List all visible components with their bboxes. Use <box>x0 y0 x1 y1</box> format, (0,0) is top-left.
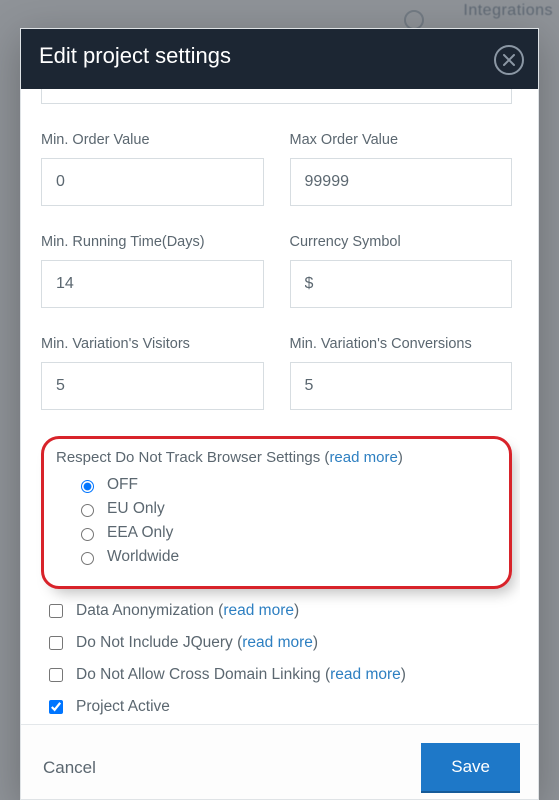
dnt-option-eea-only[interactable]: EEA Only <box>76 524 493 542</box>
previous-field-bottom <box>41 89 512 104</box>
data-anonymization-row[interactable]: Data Anonymization (read more) <box>45 601 512 621</box>
project-active-checkbox[interactable] <box>49 700 63 714</box>
no-cross-domain-checkbox[interactable] <box>49 668 63 682</box>
background-tab-icon <box>404 10 424 30</box>
dnt-option-eu-only-label: EU Only <box>107 500 165 518</box>
dialog-scroll-area[interactable]: Min. Order Value Max Order Value Min. Ru… <box>33 89 520 724</box>
min-running-time-label: Min. Running Time(Days) <box>41 234 264 250</box>
min-variation-visitors-input[interactable] <box>41 362 264 410</box>
dnt-legend: Respect Do Not Track Browser Settings (r… <box>56 449 493 466</box>
dnt-radio-off[interactable] <box>81 480 94 493</box>
min-variation-conversions-input[interactable] <box>290 362 513 410</box>
dnt-option-off-label: OFF <box>107 476 138 494</box>
currency-symbol-label: Currency Symbol <box>290 234 513 250</box>
no-cross-domain-row[interactable]: Do Not Allow Cross Domain Linking (read … <box>45 665 512 685</box>
project-active-label: Project Active <box>76 698 170 716</box>
close-icon <box>503 54 515 66</box>
min-variation-visitors-label: Min. Variation's Visitors <box>41 336 264 352</box>
data-anonymization-checkbox[interactable] <box>49 604 63 618</box>
no-jquery-row[interactable]: Do Not Include JQuery (read more) <box>45 633 512 653</box>
dialog-header: Edit project settings <box>21 29 538 89</box>
dnt-radio-eu-only[interactable] <box>81 504 94 517</box>
dnt-legend-suffix: ) <box>398 449 403 466</box>
no-jquery-label: Do Not Include JQuery (read more) <box>76 634 318 652</box>
dnt-radio-worldwide[interactable] <box>81 552 94 565</box>
edit-project-settings-dialog: Edit project settings Min. Order Value M… <box>20 28 539 800</box>
dnt-legend-prefix: Respect Do Not Track Browser Settings ( <box>56 449 329 466</box>
save-button[interactable]: Save <box>421 743 520 793</box>
dnt-option-worldwide-label: Worldwide <box>107 548 179 566</box>
dialog-title: Edit project settings <box>39 43 520 69</box>
data-anonymization-read-more-link[interactable]: read more <box>223 602 294 619</box>
dnt-option-off[interactable]: OFF <box>76 476 493 494</box>
min-order-value-input[interactable] <box>41 158 264 206</box>
no-cross-domain-label: Do Not Allow Cross Domain Linking (read … <box>76 666 406 684</box>
dnt-settings-group: Respect Do Not Track Browser Settings (r… <box>41 436 512 589</box>
close-button[interactable] <box>494 45 524 75</box>
dnt-option-eea-only-label: EEA Only <box>107 524 173 542</box>
no-cross-domain-read-more-link[interactable]: read more <box>330 666 401 683</box>
max-order-value-label: Max Order Value <box>290 132 513 148</box>
min-variation-conversions-label: Min. Variation's Conversions <box>290 336 513 352</box>
dnt-radio-eea-only[interactable] <box>81 528 94 541</box>
min-running-time-input[interactable] <box>41 260 264 308</box>
currency-symbol-input[interactable] <box>290 260 513 308</box>
dnt-option-worldwide[interactable]: Worldwide <box>76 548 493 566</box>
dnt-read-more-link[interactable]: read more <box>329 449 397 466</box>
dialog-footer: Cancel Save <box>21 724 538 799</box>
data-anonymization-label: Data Anonymization (read more) <box>76 602 299 620</box>
min-order-value-label: Min. Order Value <box>41 132 264 148</box>
no-jquery-checkbox[interactable] <box>49 636 63 650</box>
background-tab-label: Integrations <box>463 2 553 20</box>
cancel-button[interactable]: Cancel <box>39 750 100 786</box>
dialog-body: Min. Order Value Max Order Value Min. Ru… <box>21 89 538 724</box>
dnt-option-eu-only[interactable]: EU Only <box>76 500 493 518</box>
max-order-value-input[interactable] <box>290 158 513 206</box>
no-jquery-read-more-link[interactable]: read more <box>242 634 313 651</box>
project-active-row[interactable]: Project Active <box>45 697 512 717</box>
